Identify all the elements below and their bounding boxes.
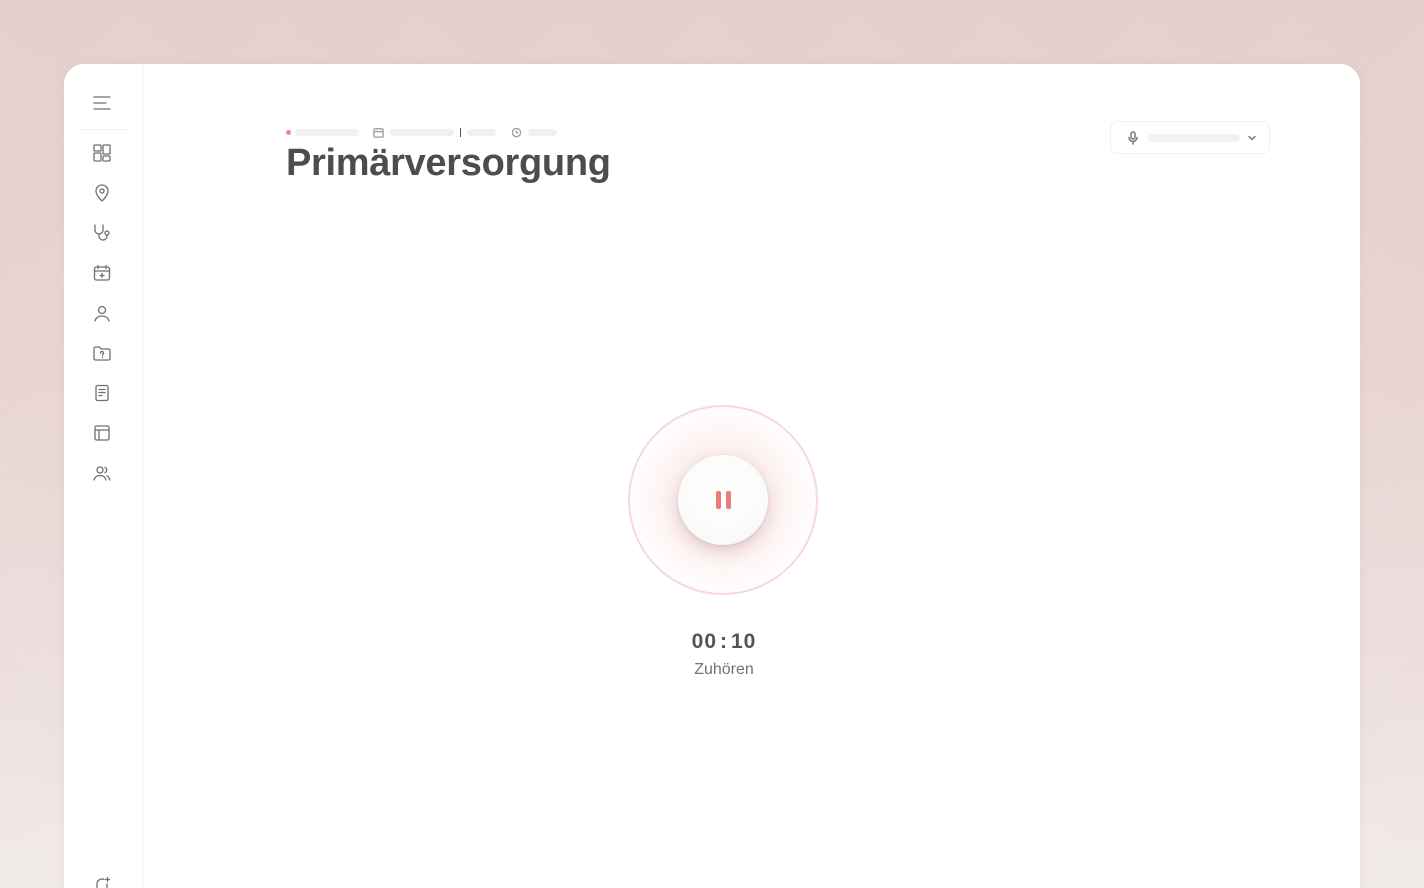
chevron-down-icon bbox=[1248, 135, 1256, 141]
meta-placeholder bbox=[295, 128, 359, 136]
dashboard-icon bbox=[93, 144, 111, 162]
duration-placeholder bbox=[528, 128, 557, 136]
stethoscope-icon bbox=[94, 224, 110, 241]
table-icon bbox=[94, 425, 110, 441]
sidebar-item-document[interactable] bbox=[91, 382, 113, 404]
sidebar-item-notifications[interactable] bbox=[91, 874, 113, 888]
timer-separator: : bbox=[720, 630, 728, 653]
sidebar-item-users[interactable] bbox=[91, 462, 113, 484]
sidebar-item-user[interactable] bbox=[91, 302, 113, 324]
sidebar-item-stethoscope[interactable] bbox=[91, 222, 113, 244]
date-placeholder bbox=[390, 128, 454, 136]
status-dot bbox=[286, 129, 291, 135]
recording-timer: 00:10 bbox=[624, 630, 824, 654]
sidebar bbox=[64, 64, 143, 888]
calendar-add-icon bbox=[93, 264, 111, 281]
menu-toggle-icon[interactable] bbox=[91, 92, 113, 114]
sidebar-item-table[interactable] bbox=[91, 422, 113, 444]
meta-separator bbox=[460, 127, 461, 137]
sidebar-divider bbox=[79, 129, 127, 130]
clock-icon bbox=[511, 127, 522, 138]
page-title: Primärversorgung bbox=[286, 142, 611, 184]
timer-seconds: 10 bbox=[731, 630, 757, 653]
calendar-icon bbox=[373, 127, 384, 138]
time-placeholder bbox=[467, 128, 496, 136]
pause-icon bbox=[725, 491, 731, 509]
microphone-name-placeholder bbox=[1148, 133, 1240, 142]
app-window: Primärversorgung 00:10 Zuhören bbox=[64, 64, 1360, 888]
sidebar-item-dashboard[interactable] bbox=[91, 142, 113, 164]
timer-minutes: 00 bbox=[691, 630, 717, 653]
location-pin-icon bbox=[95, 184, 109, 202]
users-icon bbox=[93, 466, 111, 481]
sidebar-item-calendar[interactable] bbox=[91, 262, 113, 284]
microphone-icon bbox=[1128, 130, 1138, 145]
sidebar-item-location[interactable] bbox=[91, 182, 113, 204]
microphone-select[interactable] bbox=[1110, 121, 1270, 154]
user-icon bbox=[94, 305, 110, 322]
document-icon bbox=[95, 384, 109, 402]
session-meta-row bbox=[286, 126, 557, 138]
folder-help-icon bbox=[93, 346, 111, 361]
bell-plus-icon bbox=[96, 876, 111, 888]
recording-status: Zuhören bbox=[694, 661, 754, 678]
pause-icon bbox=[715, 491, 721, 509]
sidebar-item-folder[interactable] bbox=[91, 342, 113, 364]
pause-button[interactable] bbox=[678, 455, 768, 545]
